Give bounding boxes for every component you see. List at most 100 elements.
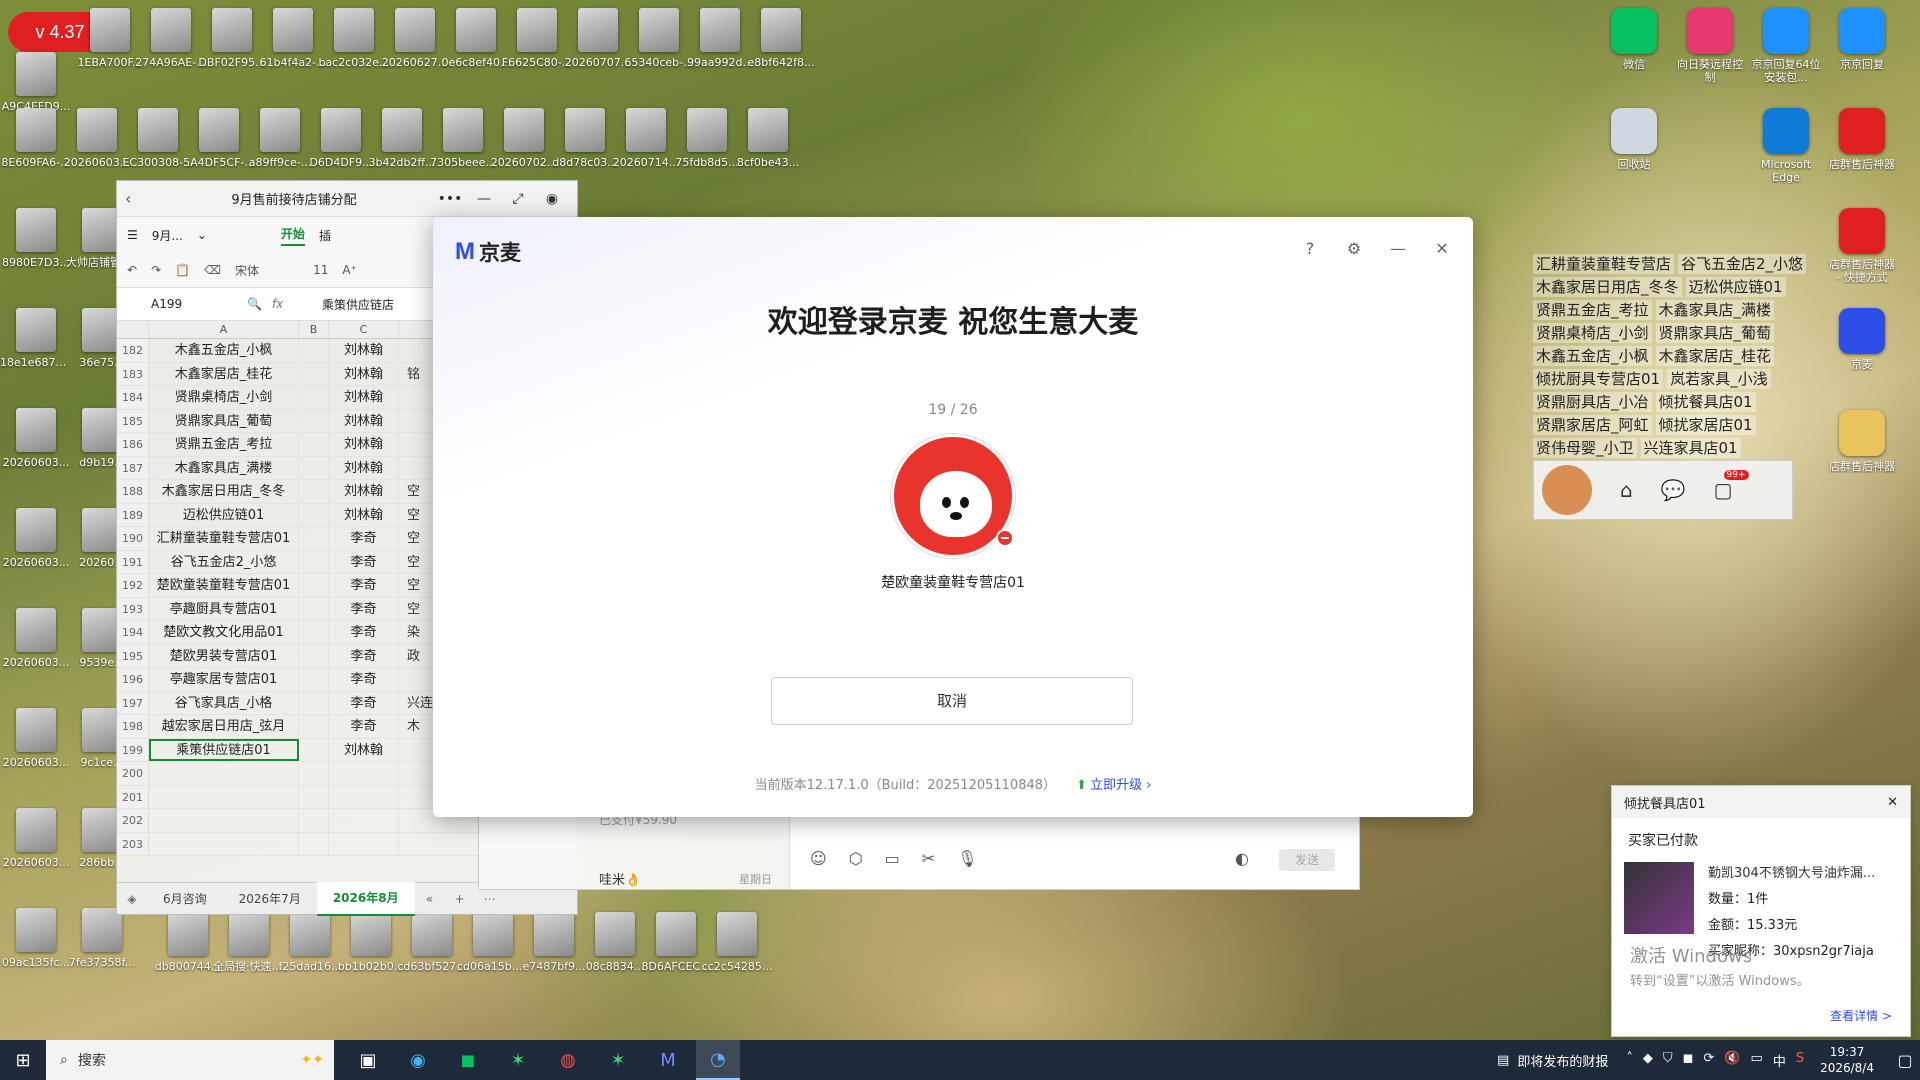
row-number[interactable]: 192: [117, 574, 149, 597]
cell-b[interactable]: [299, 362, 329, 385]
news-widget[interactable]: ▤ 即将发布的财报: [1497, 1051, 1608, 1070]
desktop-app-folder-icon[interactable]: 店群售后神器: [1826, 410, 1898, 473]
network-icon[interactable]: ▭: [1751, 1051, 1763, 1070]
cell-shop-name[interactable]: 越宏家居日用店_弦月: [149, 715, 299, 738]
zoom-icon[interactable]: 🔍: [247, 297, 262, 311]
cell-shop-name[interactable]: 贤鼎桌椅店_小剑: [149, 386, 299, 409]
desktop-file-icon[interactable]: 20260603...: [0, 708, 72, 769]
row-number[interactable]: 184: [117, 386, 149, 409]
undo-icon[interactable]: ↶: [127, 263, 137, 277]
clock[interactable]: 19:37 2026/8/4: [1820, 1044, 1874, 1076]
shop-chip[interactable]: 倾扰家居店01: [1655, 415, 1756, 435]
desktop-app-recycle-bin-icon[interactable]: 回收站: [1598, 108, 1670, 171]
taskbar-search[interactable]: ⌕ 搜索 ✦✦: [46, 1040, 334, 1080]
cell-shop-name[interactable]: 楚欧童装童鞋专营店01: [149, 574, 299, 597]
cell-shop-name[interactable]: [149, 809, 299, 832]
shop-chip[interactable]: 兴连家具店01: [1640, 438, 1741, 458]
wechat-tray-icon[interactable]: ◼: [1683, 1051, 1694, 1070]
cell-shop-name[interactable]: 木鑫家居店_桂花: [149, 362, 299, 385]
cell-assignee[interactable]: 李奇: [329, 550, 399, 573]
row-number[interactable]: 199: [117, 738, 149, 761]
shop-chip[interactable]: 谷飞五金店2_小悠: [1678, 254, 1807, 274]
prev-sheet-icon[interactable]: «: [415, 892, 445, 906]
cell-b[interactable]: [299, 574, 329, 597]
ime-indicator[interactable]: 中: [1773, 1051, 1786, 1070]
product-image[interactable]: [1624, 862, 1694, 934]
cell-shop-name[interactable]: 谷飞五金店2_小悠: [149, 550, 299, 573]
shop-chip[interactable]: 岚若家具_小浅: [1667, 369, 1771, 389]
restore-icon[interactable]: ⤢: [501, 191, 535, 207]
order-notification[interactable]: 倾扰餐具店01 ✕ 买家已付款 勤凯304不锈钢大号油炸漏... 数量：1件 金…: [1611, 785, 1911, 1037]
voice-icon[interactable]: ◐: [1235, 849, 1249, 868]
desktop-file-icon[interactable]: 20260603...: [0, 408, 72, 469]
shop-chip[interactable]: 贤鼎厨具店_小冶: [1533, 392, 1652, 412]
corner-cell[interactable]: [117, 321, 149, 338]
remove-account-icon[interactable]: [996, 529, 1014, 547]
row-number[interactable]: 202: [117, 809, 149, 832]
desktop-file-icon[interactable]: 20260603...: [0, 508, 72, 569]
cell-shop-name[interactable]: 贤鼎家具店_葡萄: [149, 409, 299, 432]
cell-b[interactable]: [299, 832, 329, 855]
close-icon[interactable]: ✕: [1887, 795, 1898, 810]
help-icon[interactable]: ?: [1299, 239, 1321, 258]
cell-assignee[interactable]: [329, 762, 399, 785]
cell-b[interactable]: [299, 644, 329, 667]
cell-b[interactable]: [299, 597, 329, 620]
formula-input[interactable]: 乘策供应链店: [322, 296, 394, 313]
cell-b[interactable]: [299, 785, 329, 808]
cell-b[interactable]: [299, 527, 329, 550]
cell-assignee[interactable]: 刘林翰: [329, 433, 399, 456]
message-icon[interactable]: ▢ 99+: [1714, 470, 1749, 502]
desktop-file-icon[interactable]: 09ac135fc...: [0, 908, 72, 969]
more-icon[interactable]: •••: [433, 191, 467, 207]
cell-b[interactable]: [299, 386, 329, 409]
menu-icon[interactable]: ☰: [127, 228, 138, 242]
desktop-app-sunflower-icon[interactable]: 向日葵远程控制: [1674, 8, 1746, 84]
cell-assignee[interactable]: 李奇: [329, 644, 399, 667]
chevron-up-icon[interactable]: ˄: [1626, 1051, 1633, 1070]
upgrade-label[interactable]: 立即升级: [1090, 778, 1142, 793]
cell-assignee[interactable]: [329, 809, 399, 832]
chat-bubble-icon[interactable]: 💬: [1661, 478, 1686, 502]
desktop-app-jd-reply-icon[interactable]: 京京回复64位安装包...: [1750, 8, 1822, 84]
cell-assignee[interactable]: 李奇: [329, 574, 399, 597]
cell-shop-name[interactable]: [149, 785, 299, 808]
cell-b[interactable]: [299, 738, 329, 761]
font-size-select[interactable]: 11: [313, 263, 328, 277]
cell-b[interactable]: [299, 339, 329, 362]
cell-b[interactable]: [299, 409, 329, 432]
emoji-icon[interactable]: ☺: [810, 849, 827, 868]
notification-center-icon[interactable]: ▢: [1890, 1051, 1920, 1070]
cell-assignee[interactable]: [329, 832, 399, 855]
sheet-more-icon[interactable]: ⋯: [475, 892, 505, 906]
row-number[interactable]: 201: [117, 785, 149, 808]
shield-icon[interactable]: ⛉: [1663, 1051, 1673, 1070]
row-number[interactable]: 195: [117, 644, 149, 667]
star-app-icon[interactable]: ✶: [496, 1040, 540, 1080]
chevron-down-icon[interactable]: ⌄: [197, 228, 207, 242]
desktop-app-wechat-icon[interactable]: 微信: [1598, 8, 1670, 71]
shop-chip[interactable]: 汇耕童装童鞋专营店: [1533, 254, 1675, 274]
quick-launcher-icon[interactable]: ◔: [696, 1040, 740, 1080]
row-number[interactable]: 203: [117, 832, 149, 855]
row-number[interactable]: 186: [117, 433, 149, 456]
row-number[interactable]: 198: [117, 715, 149, 738]
cell-shop-name[interactable]: 木鑫家具店_满楼: [149, 456, 299, 479]
font-increase-icon[interactable]: A⁺: [342, 263, 357, 277]
shop-chip[interactable]: 木鑫家居日用店_冬冬: [1533, 277, 1682, 297]
row-number[interactable]: 187: [117, 456, 149, 479]
cell-shop-name[interactable]: 木鑫五金店_小枫: [149, 339, 299, 362]
desktop-file-icon[interactable]: e8bf642f8...: [745, 8, 817, 69]
upgrade-link[interactable]: 立即升级 ›: [1076, 778, 1151, 793]
desktop-file-icon[interactable]: 8980E7D3...: [0, 208, 72, 269]
eraser-icon[interactable]: ⌫: [204, 263, 221, 277]
microphone-icon[interactable]: 🎙: [957, 849, 977, 868]
shop-chip[interactable]: 木鑫家具店_满楼: [1655, 300, 1775, 320]
record-icon[interactable]: ◉: [535, 191, 569, 207]
cell-b[interactable]: [299, 550, 329, 573]
cell-assignee[interactable]: 刘林翰: [329, 409, 399, 432]
cell-b[interactable]: [299, 668, 329, 691]
row-number[interactable]: 188: [117, 480, 149, 503]
antivirus-icon[interactable]: S: [1796, 1051, 1804, 1070]
column-header-c[interactable]: C: [329, 321, 399, 338]
